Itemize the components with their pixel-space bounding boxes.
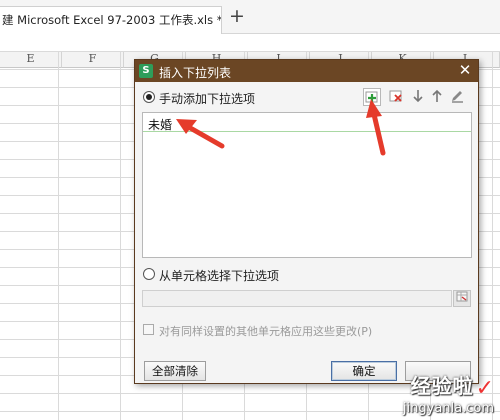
manual-option-label[interactable]: 手动添加下拉选项: [159, 90, 255, 107]
list-item[interactable]: 未婚: [143, 113, 471, 132]
tab-bar: 建 Microsoft Excel 97-2003 工作表.xls * +: [0, 0, 500, 34]
insert-dropdown-dialog: S 插入下拉列表 ✕ 手动添加下拉选项 未婚 从单元格选择下拉选项 对有同样设置…: [134, 59, 479, 384]
watermark-text: 经验啦: [410, 374, 474, 398]
close-button[interactable]: ✕: [457, 62, 473, 78]
add-item-icon[interactable]: [363, 88, 381, 106]
dialog-title: 插入下拉列表: [159, 66, 232, 80]
watermark-url: jingyanla.com: [402, 401, 494, 416]
cell-source-label[interactable]: 从单元格选择下拉选项: [159, 267, 279, 284]
wps-sheet-icon: S: [139, 64, 153, 78]
edit-icon[interactable]: [448, 88, 466, 106]
clear-all-button[interactable]: 全部清除: [144, 361, 206, 381]
move-down-icon[interactable]: [409, 88, 427, 106]
ok-button[interactable]: 确定: [331, 361, 397, 381]
checkmark-icon: ✓: [475, 376, 494, 401]
cell-range-input[interactable]: [142, 290, 452, 307]
delete-item-icon[interactable]: [387, 88, 405, 106]
range-select-icon[interactable]: [453, 290, 471, 307]
manual-option-radio[interactable]: [143, 91, 155, 103]
apply-all-checkbox[interactable]: [143, 324, 154, 335]
watermark: 经验啦✓ jingyanla.com: [403, 370, 494, 416]
cell-source-radio[interactable]: [143, 268, 155, 280]
apply-all-label[interactable]: 对有同样设置的其他单元格应用这些更改(P): [159, 323, 372, 339]
new-tab-button[interactable]: +: [227, 5, 247, 27]
dialog-titlebar[interactable]: S 插入下拉列表 ✕: [135, 60, 478, 82]
dropdown-options-list[interactable]: 未婚: [142, 112, 472, 258]
watermark-title: 经验啦✓: [403, 370, 494, 401]
move-up-icon[interactable]: [428, 88, 446, 106]
document-tab[interactable]: 建 Microsoft Excel 97-2003 工作表.xls *: [0, 6, 222, 34]
